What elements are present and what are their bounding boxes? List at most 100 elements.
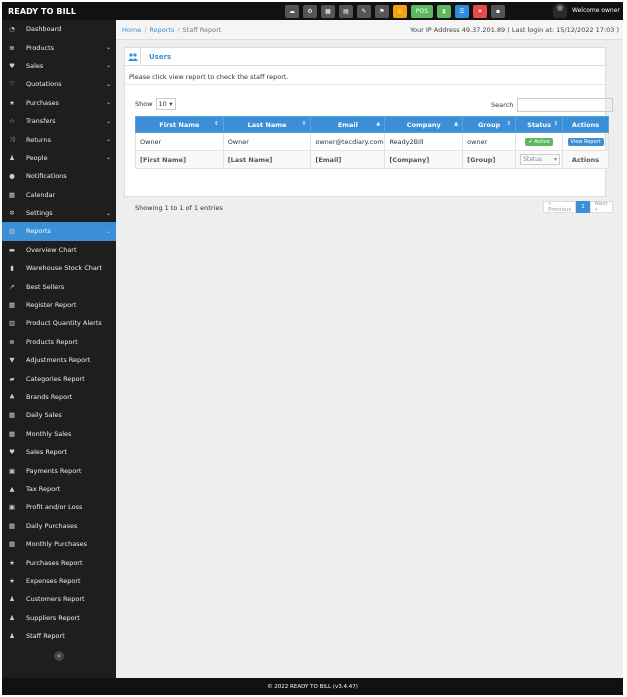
calendar-icon: ▦ <box>8 190 16 199</box>
barcode-icon: ≣ <box>9 337 15 346</box>
sidebar-item-purchases-report[interactable]: ★ Purchases Report <box>2 553 116 572</box>
sidebar-item-warehouse-stock-chart[interactable]: ▮ Warehouse Stock Chart <box>2 259 116 278</box>
page-length-select[interactable]: 10 ▾ <box>155 98 176 110</box>
pos-button[interactable]: POS <box>411 5 433 18</box>
sidebar-item-sales-report[interactable]: ♥ Sales Report <box>2 442 116 462</box>
previous-page-button[interactable]: « Previous <box>543 201 577 213</box>
cell-last: Owner <box>222 132 312 151</box>
language-flag-icon[interactable]: ⚑ <box>375 5 389 18</box>
sidebar-item-payments-report[interactable]: ▣ Payments Report <box>2 461 116 480</box>
pagination: « Previous 1 Next » <box>543 201 613 213</box>
sidebar-item-products-report[interactable]: ≣ Products Report <box>2 332 116 352</box>
calculator-icon[interactable]: ▦ <box>321 5 335 18</box>
hourglass-icon[interactable]: ⧗ <box>437 5 451 18</box>
box-title: Users <box>149 52 172 61</box>
status-filter-value: Status <box>523 156 543 163</box>
sidebar-item-label: Purchases <box>26 98 59 107</box>
collapse-sidebar-button[interactable]: « <box>54 651 64 661</box>
sidebar-item-transfers[interactable]: ☆ Transfers ⌄ <box>2 112 116 130</box>
sidebar-item-product-quantity-alerts[interactable]: ▥ Product Quantity Alerts <box>2 314 116 333</box>
cell-actions: View Report <box>562 132 609 151</box>
view-report-button[interactable]: View Report <box>567 138 604 146</box>
calendar-icon: ▦ <box>8 429 16 438</box>
sidebar-item-register-report[interactable]: ▦ Register Report <box>2 295 116 315</box>
edit-icon[interactable]: ✎ <box>357 5 371 18</box>
users-box: Users Please click view report to check … <box>124 47 614 213</box>
sidebar-item-profit-and-or-loss[interactable]: ▣ Profit and/or Loss <box>2 498 116 517</box>
sidebar-item-daily-sales[interactable]: ▦ Daily Sales <box>2 406 116 425</box>
sidebar-item-expenses-report[interactable]: ★ Expenses Report <box>2 571 116 591</box>
sidebar-item-people[interactable]: ♟ People ⌄ <box>2 149 116 167</box>
sidebar-item-adjustments-report[interactable]: ▼ Adjustments Report <box>2 351 116 370</box>
page-1-button[interactable]: 1 <box>576 201 590 213</box>
sidebar-item-calendar[interactable]: ▦ Calendar <box>2 186 116 204</box>
breadcrumb-separator: / <box>144 25 147 34</box>
sidebar-item-settings[interactable]: ✲ Settings ⌄ <box>2 204 116 222</box>
sidebar-item-label: Warehouse Stock Chart <box>26 264 103 273</box>
filter-last[interactable]: [Last Name] <box>222 150 312 169</box>
sidebar-item-label: Products <box>26 43 55 52</box>
brand-logo[interactable]: READY TO BILL <box>2 7 116 16</box>
table-row: Owner Owner owner@tecdiary.com Ready2Bill ow… <box>135 132 609 151</box>
user-menu[interactable]: Welcome owner <box>553 3 620 18</box>
breadcrumb-home[interactable]: Home <box>122 26 141 34</box>
list-icon[interactable]: ☰ <box>455 5 469 18</box>
sidebar-item-notifications[interactable]: ● Notifications <box>2 167 116 185</box>
folder-icon: ▰ <box>9 374 15 383</box>
settings-icon[interactable]: ⚙ <box>303 5 317 18</box>
sidebar-item-overview-chart[interactable]: ▬ Overview Chart <box>2 240 116 260</box>
cell-company: Ready2Bill <box>384 132 464 151</box>
sidebar-item-label: Overview Chart <box>26 245 77 254</box>
column-header-first-name[interactable]: First Name ⇕ <box>135 116 224 133</box>
sidebar-item-label: Suppliers Report <box>26 613 80 622</box>
sidebar-item-products[interactable]: ≣ Products ⌄ <box>2 38 116 56</box>
sidebar-item-label: Product Quantity Alerts <box>26 319 102 328</box>
money-icon: ▣ <box>8 466 16 475</box>
sidebar-item-daily-purchases[interactable]: ▦ Daily Purchases <box>2 516 116 535</box>
sidebar-item-categories-report[interactable]: ▰ Categories Report <box>2 369 116 388</box>
chevron-down-icon: ⌄ <box>105 227 111 235</box>
sidebar-item-purchases[interactable]: ★ Purchases ⌄ <box>2 94 116 112</box>
column-header-email[interactable]: Email ▲ <box>310 116 386 133</box>
sidebar-item-brands-report[interactable]: ♣ Brands Report <box>2 387 116 407</box>
dashboard-icon[interactable]: ☁ <box>285 5 299 18</box>
sidebar-item-best-sellers[interactable]: ↗ Best Sellers <box>2 277 116 296</box>
sidebar-item-dashboard[interactable]: ◔ Dashboard <box>2 20 116 38</box>
column-header-group[interactable]: Group ⇕ <box>462 116 517 133</box>
column-header-company[interactable]: Company ▲ <box>384 116 464 133</box>
sidebar-item-customers-report[interactable]: ♟ Customers Report <box>2 590 116 609</box>
star-icon: ★ <box>9 558 15 567</box>
search-input[interactable] <box>517 98 614 112</box>
sidebar-item-label: Daily Sales <box>26 411 62 420</box>
column-header-actions[interactable]: Actions <box>562 116 609 133</box>
sidebar-item-suppliers-report[interactable]: ♟ Suppliers Report <box>2 608 116 627</box>
sidebar-item-staff-report[interactable]: ♟ Staff Report <box>2 626 116 646</box>
breadcrumb-reports[interactable]: Reports <box>149 26 174 34</box>
filter-actions: Actions <box>562 150 609 169</box>
sidebar-item-monthly-sales[interactable]: ▦ Monthly Sales <box>2 424 116 443</box>
filter-email[interactable]: [Email] <box>310 150 386 169</box>
sidebar-item-tax-report[interactable]: ▲ Tax Report <box>2 479 116 499</box>
status-filter-select[interactable]: Status ▾ <box>520 154 561 165</box>
calendar-icon[interactable]: ▤ <box>339 5 353 18</box>
filter-group[interactable]: [Group] <box>462 150 517 169</box>
filter-company[interactable]: [Company] <box>384 150 464 169</box>
avatar[interactable] <box>553 3 567 18</box>
column-header-status[interactable]: Status ⇕ <box>515 116 564 133</box>
sidebar-item-returns[interactable]: ⤨ Returns ⌄ <box>2 130 116 148</box>
sidebar-item-sales[interactable]: ♥ Sales ⌄ <box>2 57 116 75</box>
chevron-down-icon: ⌄ <box>105 44 111 52</box>
alert-icon[interactable]: ⚠ <box>393 5 407 18</box>
next-page-button[interactable]: Next » <box>589 201 613 213</box>
random-icon: ⤨ <box>9 135 15 144</box>
sidebar-item-reports[interactable]: ▥ Reports ⌄ <box>2 222 116 241</box>
box-header: Users <box>125 48 605 66</box>
sidebar-item-monthly-purchases[interactable]: ▦ Monthly Purchases <box>2 534 116 554</box>
sidebar-item-quotations[interactable]: ♡ Quotations ⌄ <box>2 75 116 93</box>
magic-icon[interactable]: ✦ <box>473 5 487 18</box>
column-header-last-name[interactable]: Last Name ⇕ <box>222 116 312 133</box>
filter-first[interactable]: [First Name] <box>135 150 224 169</box>
column-header-label: Group <box>477 120 501 129</box>
building-icon: ▮ <box>10 264 14 273</box>
menu-icon[interactable]: ▪ <box>491 5 505 18</box>
